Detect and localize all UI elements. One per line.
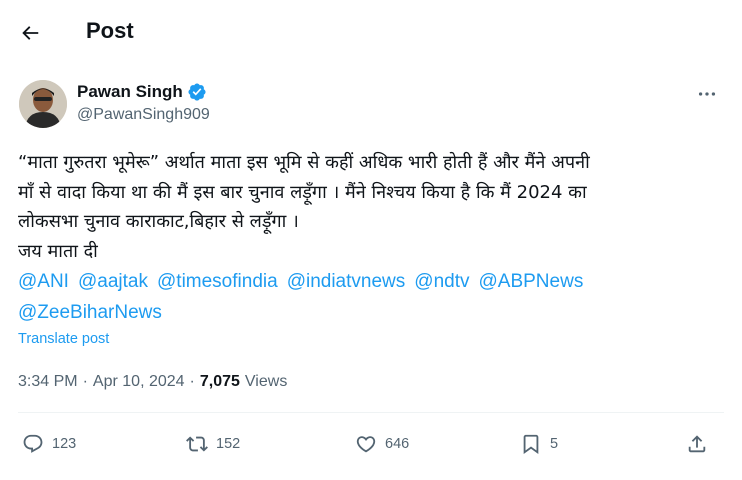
arrow-left-icon (22, 26, 39, 40)
author-name-text: Pawan Singh (77, 82, 183, 101)
verified-badge-icon (188, 83, 206, 101)
post-text-line: “माता गुरुतरा भूमेरू” अर्थात माता इस भूम… (18, 152, 590, 173)
back-button[interactable] (10, 14, 50, 52)
meta-separator: · (189, 373, 195, 390)
mention-link[interactable]: @aajtak (78, 271, 148, 292)
mention-link[interactable]: @ZeeBiharNews (18, 302, 162, 323)
post-date[interactable]: Apr 10, 2024 (93, 373, 185, 391)
like-count: 646 (385, 436, 410, 452)
mention-link[interactable]: @ANI (18, 271, 69, 292)
mention-link[interactable]: @timesofindia (157, 271, 278, 292)
more-options-button[interactable] (690, 80, 724, 108)
mentions: @ANI @aajtak @timesofindia @indiatvnews … (18, 266, 723, 328)
post-time[interactable]: 3:34 PM (18, 373, 78, 391)
post-text-line: लोकसभा चुनाव काराकाट,बिहार से लड़ूँगा । (18, 211, 299, 232)
action-bar: 123 152 646 5 (0, 424, 742, 464)
avatar-image (19, 80, 67, 128)
mention-link[interactable]: @indiatvnews (287, 271, 406, 292)
post-text-line: माँ से वादा किया था की मैं इस बार चुनाव … (18, 181, 587, 203)
repost-count: 152 (216, 436, 241, 452)
post-meta: 3:34 PM · Apr 10, 2024 · 7,075 Views (18, 373, 287, 391)
mention-link[interactable]: @ndtv (414, 271, 469, 292)
views-count: 7,075 (199, 373, 240, 390)
avatar[interactable] (19, 80, 67, 128)
author-name[interactable]: Pawan Singh (77, 82, 207, 102)
repost-button[interactable]: 152 (186, 424, 240, 464)
bookmark-button[interactable]: 5 (520, 424, 558, 464)
bookmark-icon (523, 434, 539, 455)
page-title: Post (86, 18, 134, 43)
reply-count: 123 (52, 436, 77, 452)
like-button[interactable]: 646 (355, 424, 409, 464)
more-horizontal-icon (698, 92, 716, 96)
post-text-line: जय माता दी (18, 240, 98, 262)
bookmark-count: 5 (550, 436, 559, 452)
reply-icon (23, 434, 43, 453)
translate-post-link[interactable]: Translate post (18, 331, 109, 347)
views-label: Views (244, 373, 288, 390)
divider (18, 412, 724, 413)
top-bar: Post (0, 0, 742, 66)
mention-link[interactable]: @ABPNews (479, 271, 584, 292)
meta-separator: · (82, 373, 88, 390)
reply-button[interactable]: 123 (22, 424, 76, 464)
heart-icon (356, 436, 376, 453)
share-button[interactable] (686, 424, 708, 464)
author-handle[interactable]: @PawanSingh909 (77, 106, 210, 124)
post-text: “माता गुरुतरा भूमेरू” अर्थात माता इस भूम… (18, 148, 723, 266)
share-icon (688, 435, 706, 453)
repost-icon (186, 436, 208, 452)
